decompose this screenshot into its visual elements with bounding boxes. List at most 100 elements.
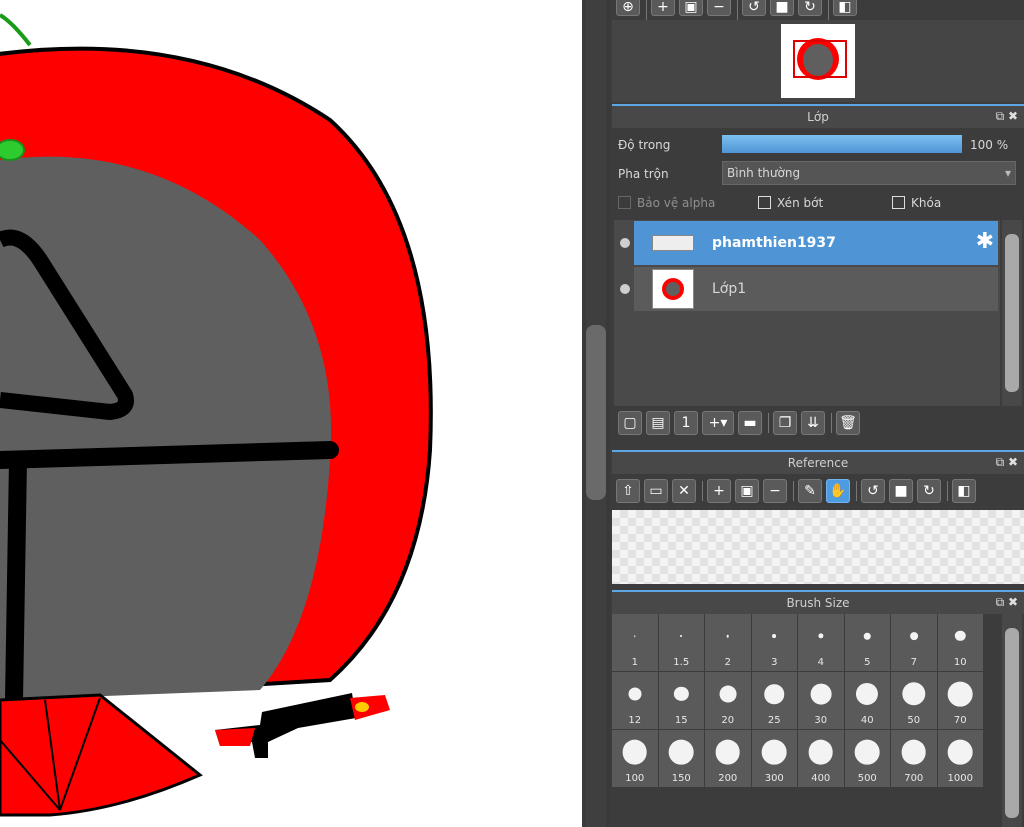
canvas-scrollbar[interactable]	[582, 0, 610, 827]
brush-size-dot-icon	[622, 739, 648, 765]
brush-size-dot-icon	[772, 634, 777, 638]
trash-icon[interactable]: 🗑	[836, 411, 860, 435]
brush-size-cell[interactable]: 1000	[937, 730, 984, 788]
brush-size-dot-icon	[761, 739, 787, 765]
brush-size-label: 50	[907, 715, 921, 726]
visibility-toggle-icon[interactable]	[616, 221, 634, 265]
clip-checkbox[interactable]	[758, 196, 771, 209]
reference-view[interactable]	[612, 510, 1024, 584]
zoom-in-icon[interactable]: +	[707, 479, 731, 503]
visibility-toggle-icon[interactable]	[616, 267, 634, 311]
gear-icon[interactable]: ✱	[976, 229, 994, 254]
eyedropper-icon[interactable]: ✎	[798, 479, 822, 503]
close-icon[interactable]: ✕	[672, 479, 696, 503]
reset-rotate-icon[interactable]: ■	[770, 0, 794, 16]
flip-icon[interactable]: ◧	[833, 0, 857, 16]
opacity-label: Độ trong	[618, 138, 671, 152]
scrollbar-thumb[interactable]	[586, 325, 606, 500]
add-layer-menu-icon[interactable]: +▾	[702, 411, 734, 435]
brush-size-cell[interactable]: 40	[844, 672, 891, 730]
brush-size-cell[interactable]: 50	[891, 672, 938, 730]
brush-size-label: 400	[811, 773, 831, 784]
brush-size-cell[interactable]: 12	[612, 672, 659, 730]
zoom-out-icon[interactable]: −	[707, 0, 731, 16]
brush-size-label: 7	[910, 657, 917, 668]
brush-size-label: 500	[857, 773, 877, 784]
reset-rotate-icon[interactable]: ■	[889, 479, 913, 503]
brush-size-dot-icon	[955, 630, 966, 642]
zoom-fit-icon[interactable]: ⊕	[616, 0, 640, 16]
new-halftone-layer-icon[interactable]: ▤	[646, 411, 670, 435]
drawing-canvas[interactable]	[0, 0, 582, 827]
fit-screen-icon[interactable]: ▣	[679, 0, 703, 16]
layer-item[interactable]: Lớp1	[616, 267, 998, 311]
duplicate-layer-icon[interactable]: ❐	[773, 411, 797, 435]
navigator-thumbnail[interactable]	[781, 24, 855, 98]
brush-size-cell[interactable]: 70	[937, 672, 984, 730]
panel-float-close-icon[interactable]: ⧉ ✖	[996, 595, 1018, 610]
brush-size-cell[interactable]: 7	[891, 614, 938, 672]
blend-mode-value: Bình thường	[727, 166, 801, 180]
brush-size-cell[interactable]: 20	[705, 672, 752, 730]
brush-scrollbar-thumb[interactable]	[1005, 628, 1019, 818]
brush-size-cell[interactable]: 15	[658, 672, 705, 730]
brush-size-cell[interactable]: 700	[891, 730, 938, 788]
brush-size-dot-icon	[909, 632, 918, 640]
zoom-out-icon[interactable]: −	[763, 479, 787, 503]
fit-screen-icon[interactable]: ▣	[735, 479, 759, 503]
opacity-slider[interactable]	[722, 135, 962, 153]
brush-size-label: 70	[953, 715, 967, 726]
brush-size-cell[interactable]: 10	[937, 614, 984, 672]
zoom-in-icon[interactable]: +	[651, 0, 675, 16]
layer-item[interactable]: phamthien1937 ✱	[616, 221, 998, 265]
brush-size-cell[interactable]: 5	[844, 614, 891, 672]
lock-checkbox[interactable]	[892, 196, 905, 209]
rotate-right-icon[interactable]: ↻	[798, 0, 822, 16]
chevron-down-icon: ▾	[1004, 166, 1011, 180]
layer-name: phamthien1937	[712, 235, 836, 251]
brush-size-dot-icon	[628, 687, 642, 701]
brush-size-cell[interactable]: 1.5	[658, 614, 705, 672]
hand-icon[interactable]: ✋	[826, 479, 850, 503]
brush-size-cell[interactable]: 2	[705, 614, 752, 672]
folder-icon[interactable]: ▬	[738, 411, 762, 435]
navigator-view-rect[interactable]	[793, 40, 847, 78]
brush-size-cell[interactable]: 1	[612, 614, 659, 672]
panel-float-close-icon[interactable]: ⧉ ✖	[996, 455, 1018, 470]
reference-panel-title: Reference	[787, 456, 849, 470]
brush-size-label: 20	[721, 715, 735, 726]
new-layer-icon[interactable]: ▢	[618, 411, 642, 435]
brush-size-cell[interactable]: 3	[751, 614, 798, 672]
merge-layer-icon[interactable]: ⇊	[801, 411, 825, 435]
brush-size-dot-icon	[947, 681, 973, 707]
new-1bit-layer-icon[interactable]: 1	[674, 411, 698, 435]
brush-size-scrollbar[interactable]	[1002, 614, 1022, 827]
rotate-left-icon[interactable]: ↺	[742, 0, 766, 16]
brush-size-cell[interactable]: 30	[798, 672, 845, 730]
clip-option[interactable]: Xén bớt	[758, 196, 823, 210]
brush-size-cell[interactable]: 100	[612, 730, 659, 788]
panel-float-close-icon[interactable]: ⧉ ✖	[996, 109, 1018, 124]
rotate-left-icon[interactable]: ↺	[861, 479, 885, 503]
brush-size-cell[interactable]: 300	[751, 730, 798, 788]
brush-size-cell[interactable]: 400	[798, 730, 845, 788]
brush-size-cell[interactable]: 4	[798, 614, 845, 672]
lock-option[interactable]: Khóa	[892, 196, 941, 210]
rotate-right-icon[interactable]: ↻	[917, 479, 941, 503]
protect-alpha-checkbox[interactable]	[618, 196, 631, 209]
layer-panel-title: Lớp	[807, 110, 829, 124]
open-folder-icon[interactable]: ▭	[644, 479, 668, 503]
brush-size-label: 1000	[947, 773, 973, 784]
brush-size-cell[interactable]: 200	[705, 730, 752, 788]
flip-icon[interactable]: ◧	[952, 479, 976, 503]
brush-size-dot-icon	[901, 739, 927, 765]
protect-alpha-option[interactable]: Bảo vệ alpha	[618, 196, 715, 210]
brush-size-label: 1.5	[673, 657, 690, 668]
brush-size-cell[interactable]: 25	[751, 672, 798, 730]
brush-size-cell[interactable]: 150	[658, 730, 705, 788]
blend-mode-select[interactable]: Bình thường ▾	[722, 161, 1016, 185]
layer-scrollbar-thumb[interactable]	[1005, 234, 1019, 392]
layer-list-scrollbar[interactable]	[1002, 220, 1022, 406]
brush-size-cell[interactable]: 500	[844, 730, 891, 788]
upload-icon[interactable]: ⇧	[616, 479, 640, 503]
